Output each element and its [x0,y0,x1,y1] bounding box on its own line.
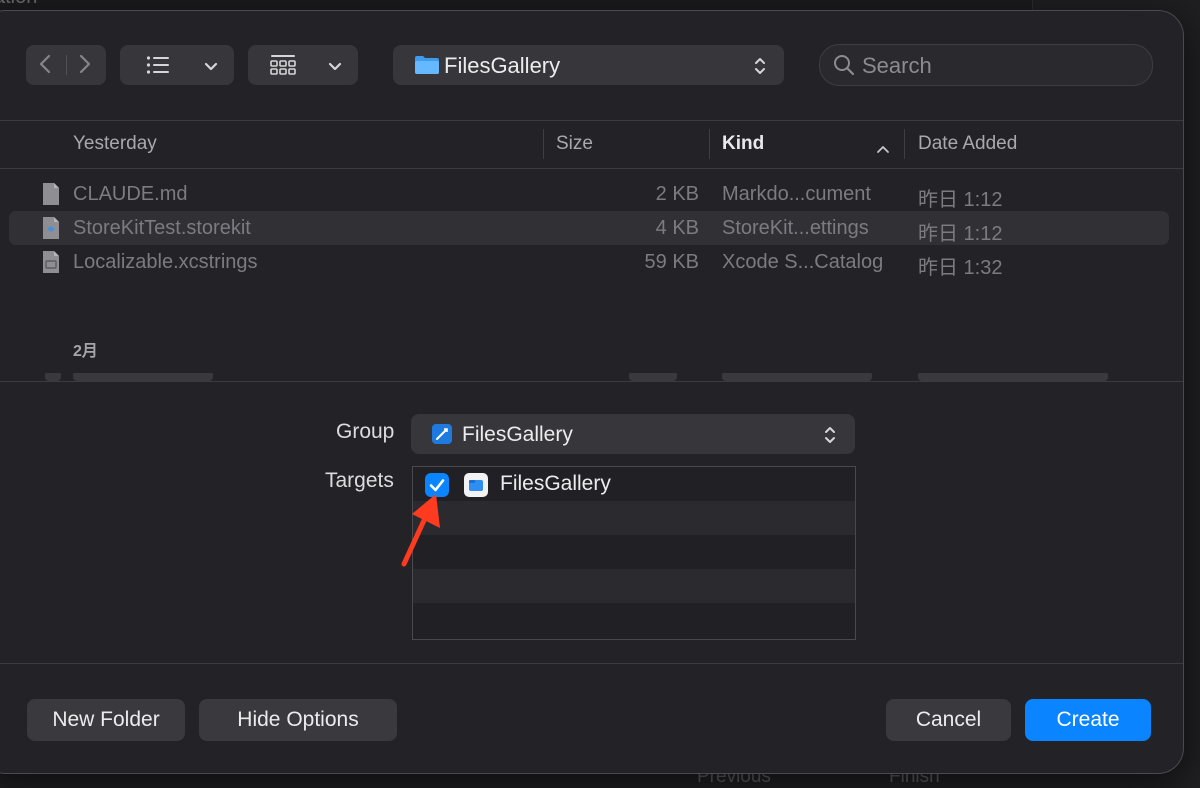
column-header-name[interactable]: Yesterday [73,133,157,155]
column-header-kind[interactable]: Kind [722,133,764,155]
background-window-title-fragment: ation [0,0,37,9]
new-folder-button[interactable]: New Folder [27,699,185,741]
file-size: 59 KB [644,251,699,273]
back-chevron-icon[interactable] [38,53,52,81]
toolbar-divider [0,120,1183,121]
location-popup[interactable]: FilesGallery [393,45,784,85]
group-by-button[interactable] [248,45,358,85]
target-name: FilesGallery [500,472,611,495]
file-size: 4 KB [655,217,699,239]
file-row[interactable]: Localizable.xcstrings 59 KB Xcode S...Ca… [9,245,1169,279]
file-row-partial[interactable] [9,373,1169,381]
targets-list: FilesGallery [412,466,856,640]
file-name: Localizable.xcstrings [73,251,258,273]
file-kind: StoreKit...ettings [722,217,869,239]
file-size: 2 KB [655,183,699,205]
file-date-added: 昨日 1:12 [918,189,1003,211]
targets-label: Targets [325,469,394,492]
list-view-button[interactable] [120,45,234,85]
list-icon [146,54,170,81]
location-label: FilesGallery [444,53,561,78]
storekit-file-icon [41,216,61,246]
cancel-button[interactable]: Cancel [886,699,1011,741]
search-field[interactable]: Search [819,44,1153,86]
app-target-icon [464,473,488,502]
xcode-project-icon [432,424,452,449]
search-icon [833,54,855,81]
options-divider [0,663,1183,664]
search-placeholder: Search [862,53,932,78]
up-down-chevron-icon [753,55,767,82]
group-value: FilesGallery [462,423,573,446]
grid-icon [270,54,296,81]
file-row[interactable]: CLAUDE.md 2 KB Markdo...cument 昨日 1:12 [9,177,1169,211]
sort-ascending-chevron-icon [876,141,890,159]
file-date-added: 昨日 1:12 [918,223,1003,245]
save-sheet-dialog: FilesGallery Search Yesterday Size Kind … [0,10,1184,774]
up-down-chevron-icon [823,424,837,451]
hide-options-button[interactable]: Hide Options [199,699,397,741]
folder-icon [414,55,440,80]
chevron-down-icon [204,59,218,77]
target-row[interactable]: FilesGallery [413,467,855,501]
chevron-down-icon [328,59,342,77]
column-header-date-added[interactable]: Date Added [918,133,1017,155]
file-name: CLAUDE.md [73,183,188,205]
section-header: 2月 [73,343,98,360]
forward-chevron-icon[interactable] [78,53,92,81]
file-name: StoreKitTest.storekit [73,217,251,239]
strings-catalog-icon [41,250,61,280]
annotation-arrow-icon [401,494,440,567]
file-kind: Markdo...cument [722,183,871,205]
back-forward-control [26,45,106,85]
file-row[interactable]: StoreKitTest.storekit 4 KB StoreKit...et… [9,211,1169,245]
file-date-added: 昨日 1:32 [918,257,1003,279]
group-label: Group [336,420,395,443]
group-popup[interactable]: FilesGallery [411,414,855,454]
file-kind: Xcode S...Catalog [722,251,884,273]
create-button[interactable]: Create [1025,699,1151,741]
header-divider [0,168,1183,169]
document-icon [41,182,61,212]
column-header-size[interactable]: Size [556,133,593,155]
